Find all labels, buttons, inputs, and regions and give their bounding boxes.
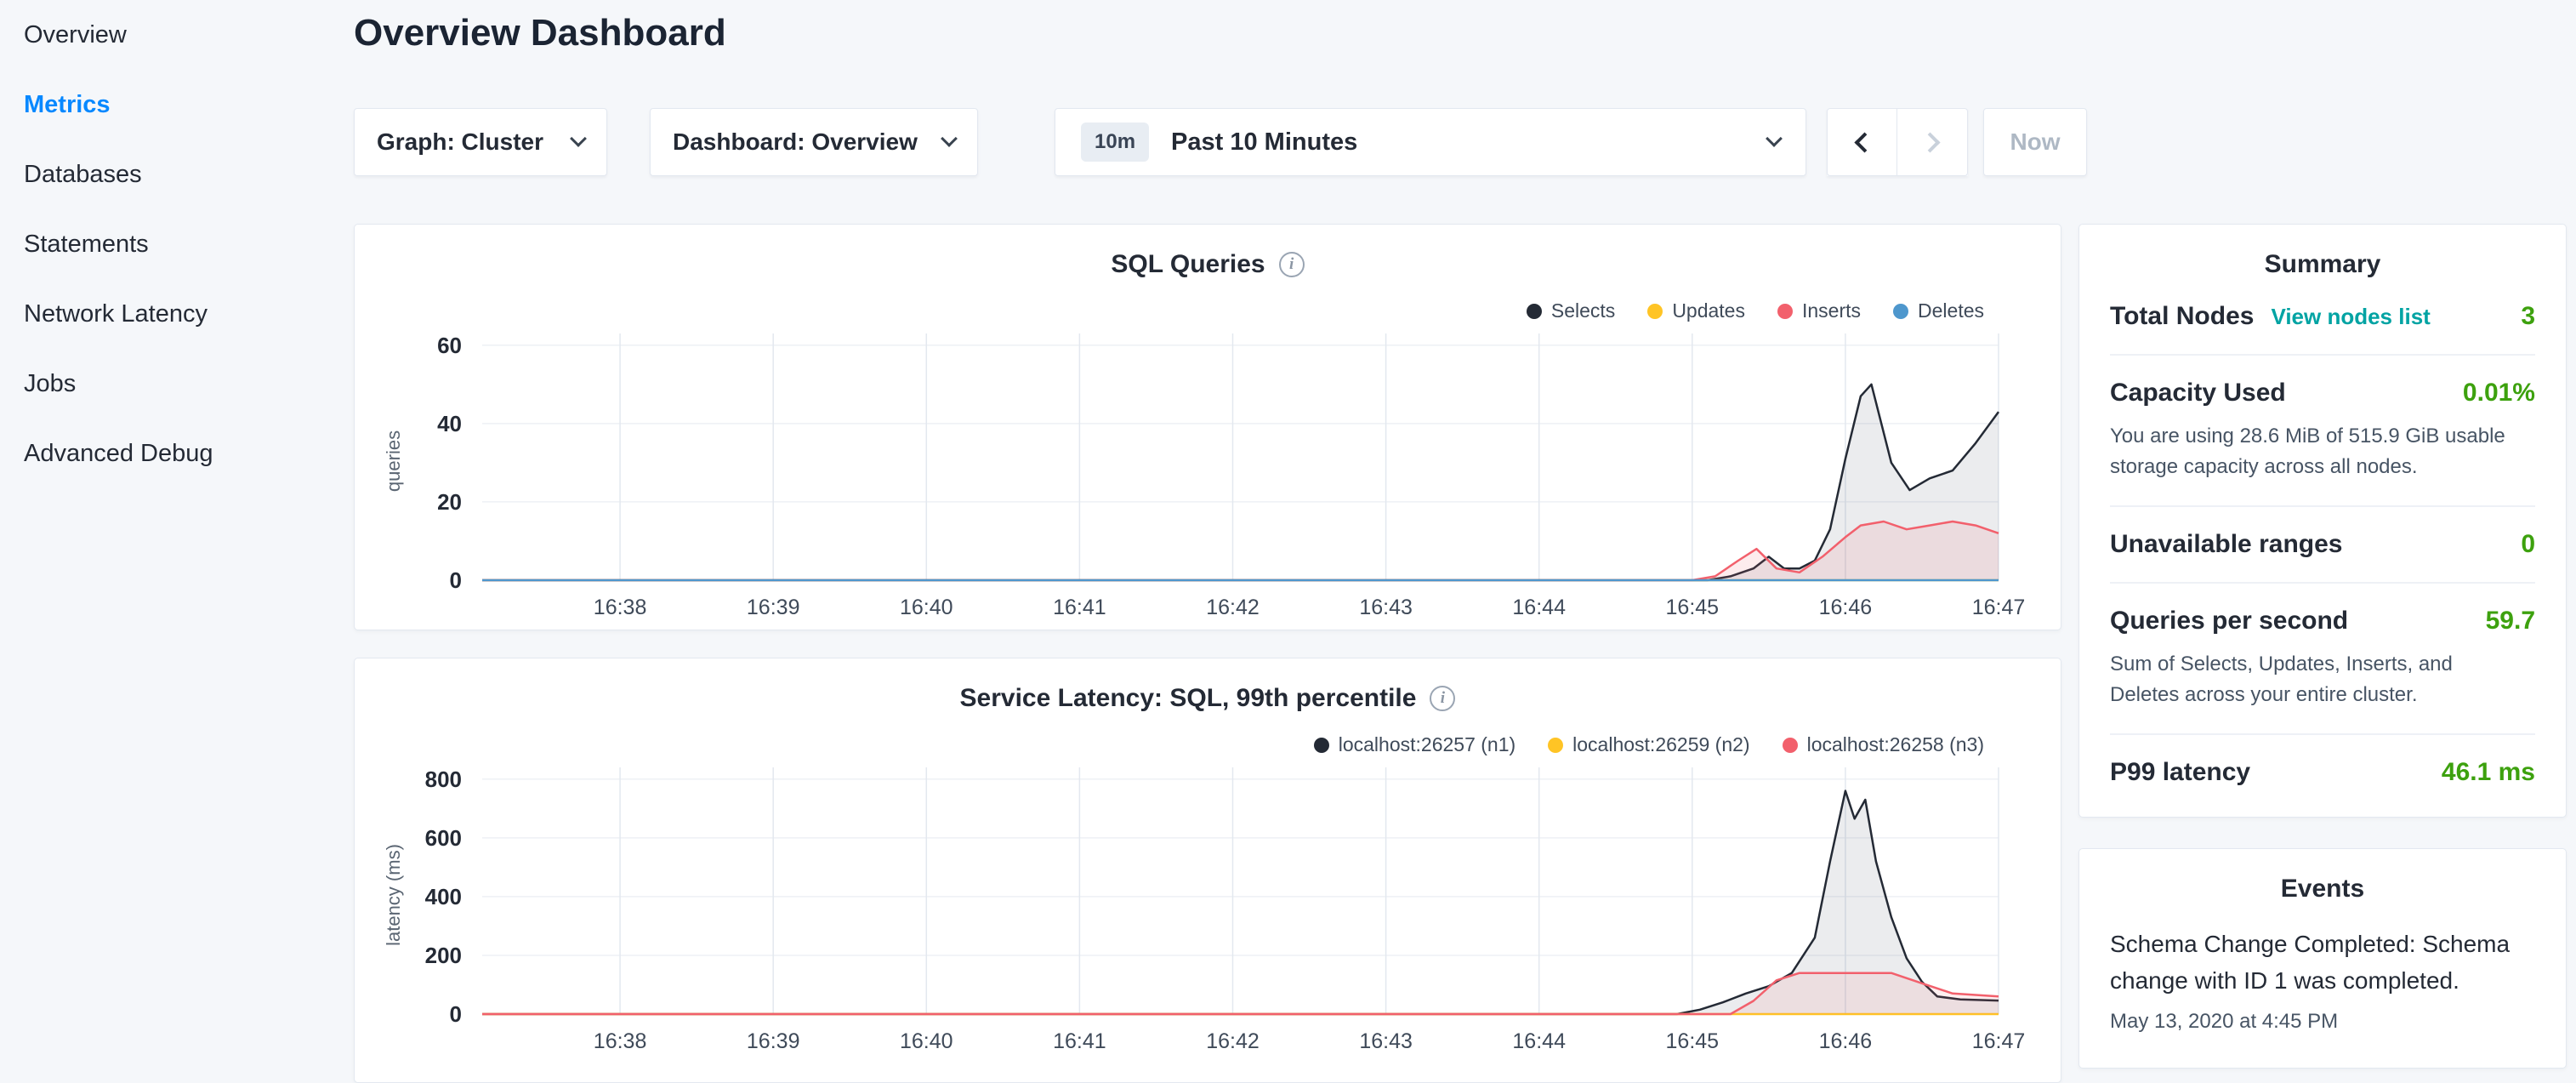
qps-value: 59.7 (2486, 607, 2535, 636)
svg-text:16:41: 16:41 (1053, 1029, 1106, 1053)
side-column: Summary Total Nodes View nodes list 3 Ca… (2078, 224, 2567, 1069)
chevron-down-icon (570, 130, 587, 147)
sql-queries-panel: SQL Queries Selects Updates Inserts (354, 224, 2061, 630)
capacity-used-value: 0.01% (2463, 379, 2535, 408)
sidebar-item-advanced-debug[interactable]: Advanced Debug (24, 419, 340, 488)
svg-text:20: 20 (437, 489, 462, 515)
sql-queries-chart[interactable]: 0 20 40 60 16:38 16:39 16:40 16:41 16:42 16:43 16:… (355, 316, 2061, 630)
time-back-button[interactable] (1827, 108, 1897, 176)
capacity-used-description: You are using 28.6 MiB of 515.9 GiB usab… (2110, 421, 2514, 482)
sidebar-item-network-latency[interactable]: Network Latency (24, 279, 340, 349)
event-text: Schema Change Completed: Schema change w… (2110, 926, 2535, 1000)
chart-plot-area: 0 200 400 600 800 16:38 16:39 16:40 16:41 16:42 16… (355, 750, 2061, 1065)
summary-row-unavailable-ranges: Unavailable ranges 0 (2110, 507, 2535, 584)
svg-text:800: 800 (425, 767, 462, 792)
events-title: Events (2110, 875, 2535, 903)
svg-text:16:46: 16:46 (1819, 596, 1873, 619)
qps-description: Sum of Selects, Updates, Inserts, and De… (2110, 649, 2514, 710)
svg-text:16:39: 16:39 (747, 596, 800, 619)
content-row: SQL Queries Selects Updates Inserts (354, 224, 2576, 1083)
time-forward-button[interactable] (1897, 108, 1968, 176)
events-panel: Events Schema Change Completed: Schema c… (2078, 848, 2567, 1069)
svg-text:16:44: 16:44 (1512, 596, 1566, 619)
svg-text:60: 60 (437, 333, 462, 358)
y-axis-label: queries (383, 430, 405, 492)
chevron-down-icon (941, 130, 958, 147)
time-range-badge: 10m (1081, 123, 1149, 162)
sidebar: Overview Metrics Databases Statements Ne… (0, 0, 340, 1052)
svg-text:16:40: 16:40 (900, 1029, 953, 1053)
sidebar-item-statements[interactable]: Statements (24, 209, 340, 279)
sidebar-nav: Overview Metrics Databases Statements Ne… (24, 0, 340, 488)
sidebar-item-jobs[interactable]: Jobs (24, 349, 340, 419)
info-icon[interactable] (1430, 686, 1455, 711)
sidebar-item-metrics[interactable]: Metrics (24, 70, 340, 140)
y-axis-label: latency (ms) (383, 844, 405, 946)
p99-latency-value: 46.1 ms (2442, 758, 2535, 787)
svg-text:16:47: 16:47 (1972, 596, 2026, 619)
svg-text:600: 600 (425, 825, 462, 851)
event-timestamp: May 13, 2020 at 4:45 PM (2110, 1010, 2535, 1034)
chart-title: Service Latency: SQL, 99th percentile (355, 684, 2061, 713)
total-nodes-value: 3 (2521, 302, 2535, 331)
svg-text:16:43: 16:43 (1359, 1029, 1413, 1053)
summary-panel: Summary Total Nodes View nodes list 3 Ca… (2078, 224, 2567, 818)
chevron-down-icon (1766, 130, 1783, 147)
svg-text:0: 0 (450, 1001, 462, 1027)
info-icon[interactable] (1279, 252, 1305, 277)
unavailable-ranges-value: 0 (2521, 530, 2535, 559)
dashboard-dropdown[interactable]: Dashboard: Overview (650, 108, 978, 176)
svg-text:16:42: 16:42 (1206, 596, 1260, 619)
svg-text:200: 200 (425, 943, 462, 968)
summary-row-capacity-used: Capacity Used 0.01% You are using 28.6 M… (2110, 356, 2535, 507)
time-pager (1827, 108, 1968, 176)
svg-text:16:42: 16:42 (1206, 1029, 1260, 1053)
charts-column: SQL Queries Selects Updates Inserts (354, 224, 2061, 1083)
svg-text:16:43: 16:43 (1359, 596, 1413, 619)
chart-plot-area: 0 20 40 60 16:38 16:39 16:40 16:41 16:42 16:43 16:… (355, 316, 2061, 630)
svg-text:16:44: 16:44 (1512, 1029, 1566, 1053)
svg-text:16:45: 16:45 (1666, 1029, 1720, 1053)
svg-text:16:39: 16:39 (747, 1029, 800, 1053)
now-button[interactable]: Now (1983, 108, 2087, 176)
summary-title: Summary (2110, 250, 2535, 279)
svg-text:16:46: 16:46 (1819, 1029, 1873, 1053)
graph-scope-dropdown[interactable]: Graph: Cluster (354, 108, 607, 176)
svg-text:16:45: 16:45 (1666, 596, 1720, 619)
sidebar-item-databases[interactable]: Databases (24, 140, 340, 209)
summary-row-total-nodes: Total Nodes View nodes list 3 (2110, 279, 2535, 356)
chart-title: SQL Queries (355, 250, 2061, 279)
service-latency-chart[interactable]: 0 200 400 600 800 16:38 16:39 16:40 16:41 16:42 16… (355, 750, 2061, 1065)
svg-text:16:47: 16:47 (1972, 1029, 2026, 1053)
svg-text:40: 40 (437, 411, 462, 436)
svg-text:16:41: 16:41 (1053, 596, 1106, 619)
page-title: Overview Dashboard (354, 12, 2576, 54)
svg-text:16:38: 16:38 (594, 596, 647, 619)
svg-text:0: 0 (450, 567, 462, 593)
summary-row-p99-latency: P99 latency 46.1 ms (2110, 735, 2535, 810)
svg-text:16:38: 16:38 (594, 1029, 647, 1053)
chevron-left-icon (1854, 132, 1874, 152)
view-nodes-list-link[interactable]: View nodes list (2271, 304, 2430, 330)
toolbar: Graph: Cluster Dashboard: Overview 10m P… (354, 108, 2576, 176)
svg-text:16:40: 16:40 (900, 596, 953, 619)
chevron-right-icon (1919, 132, 1940, 152)
main-content: Overview Dashboard Graph: Cluster Dashbo… (340, 0, 2576, 1052)
event-item[interactable]: Schema Change Completed: Schema change w… (2110, 926, 2535, 1034)
sidebar-item-overview[interactable]: Overview (24, 0, 340, 70)
summary-row-queries-per-second: Queries per second 59.7 Sum of Selects, … (2110, 584, 2535, 735)
service-latency-panel: Service Latency: SQL, 99th percentile lo… (354, 658, 2061, 1083)
svg-text:400: 400 (425, 884, 462, 909)
time-range-selector[interactable]: 10m Past 10 Minutes (1055, 108, 1806, 176)
